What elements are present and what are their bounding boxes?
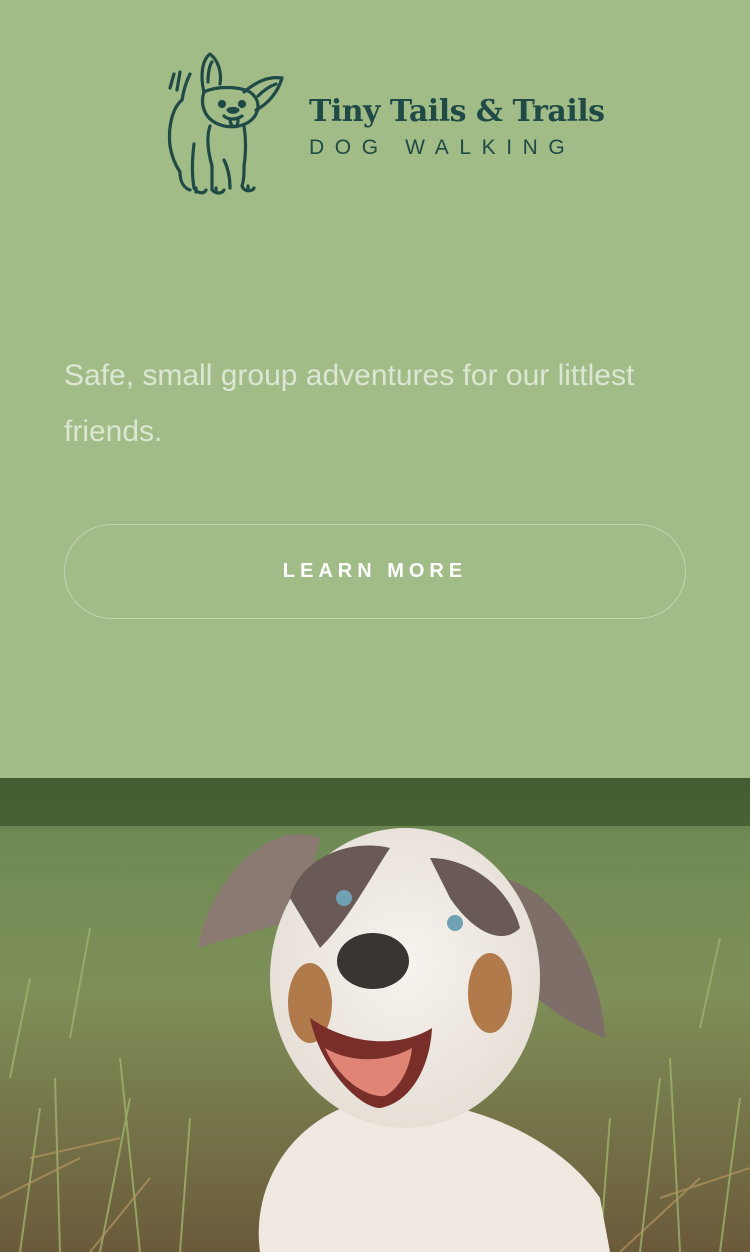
- learn-more-button[interactable]: LEARN MORE: [64, 524, 686, 619]
- site-logo[interactable]: Tiny Tails & Trails DOG WALKING: [160, 48, 605, 200]
- brand-subtitle: DOG WALKING: [309, 136, 576, 159]
- brand-name: Tiny Tails & Trails: [309, 94, 605, 129]
- hero-tagline: Safe, small group adventures for our lit…: [64, 359, 635, 448]
- hero-section: Tiny Tails & Trails DOG WALKING Safe, sm…: [0, 0, 750, 778]
- puppy-photo: [0, 778, 750, 1252]
- hero-photo: [0, 778, 750, 1252]
- dog-icon: [167, 52, 284, 195]
